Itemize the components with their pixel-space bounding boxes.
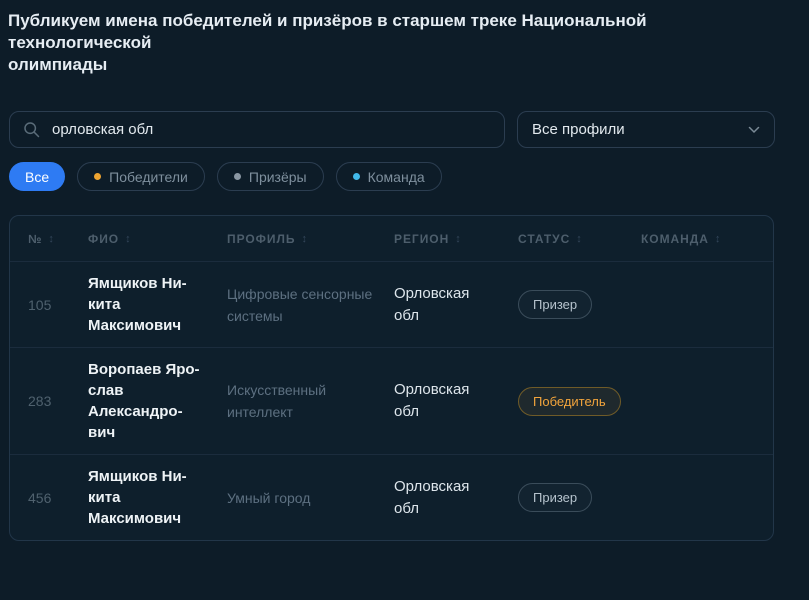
cell-region: Орловская обл xyxy=(394,379,518,423)
column-header-profile[interactable]: ПРОФИЛЬ ↕ xyxy=(227,232,394,246)
cell-status: Победитель xyxy=(518,387,641,416)
search-input[interactable] xyxy=(50,120,491,139)
profile-select-value: Все профили xyxy=(532,121,625,138)
chip-team[interactable]: Команда xyxy=(336,162,442,191)
table-row: 105 Ямщиков Ни- кита Максимович Цифровые… xyxy=(10,261,773,347)
sort-icon: ↕ xyxy=(455,233,461,245)
chip-prizers[interactable]: Призёры xyxy=(217,162,324,191)
cell-fio: Воропаев Яро- слав Александро- вич xyxy=(88,359,227,443)
cell-profile: Искусственный интеллект xyxy=(227,379,394,423)
cell-profile: Умный город xyxy=(227,487,394,509)
column-header-num[interactable]: № ↕ xyxy=(28,232,88,246)
chevron-down-icon xyxy=(748,126,760,134)
table-row: 283 Воропаев Яро- слав Александро- вич И… xyxy=(10,347,773,454)
page-title: Публикуем имена победителей и призёров в… xyxy=(0,0,796,76)
sort-icon: ↕ xyxy=(576,233,582,245)
column-header-fio[interactable]: ФИО ↕ xyxy=(88,232,227,246)
status-badge: Призер xyxy=(518,483,592,512)
cell-num: 283 xyxy=(28,393,88,409)
column-header-team[interactable]: КОМАНДА ↕ xyxy=(641,232,773,246)
chip-prizers-label: Призёры xyxy=(249,169,307,185)
cell-profile: Цифровые сенсорные системы xyxy=(227,283,394,327)
winners-dot-icon xyxy=(94,173,101,180)
sort-icon: ↕ xyxy=(715,233,721,245)
cell-region: Орловская обл xyxy=(394,283,518,327)
results-table: № ↕ ФИО ↕ ПРОФИЛЬ ↕ РЕГИОН ↕ СТАТУС ↕ КО… xyxy=(9,215,774,541)
status-filter-chips: Все Победители Призёры Команда xyxy=(9,162,809,191)
table-header-row: № ↕ ФИО ↕ ПРОФИЛЬ ↕ РЕГИОН ↕ СТАТУС ↕ КО… xyxy=(10,216,773,261)
cell-region: Орловская обл xyxy=(394,476,518,520)
cell-num: 105 xyxy=(28,297,88,313)
prizers-dot-icon xyxy=(234,173,241,180)
status-badge: Победитель xyxy=(518,387,621,416)
table-row: 456 Ямщиков Ни- кита Максимович Умный го… xyxy=(10,454,773,540)
sort-icon: ↕ xyxy=(301,233,307,245)
search-icon xyxy=(23,121,40,138)
filters-bar: Все профили xyxy=(9,111,809,148)
cell-status: Призер xyxy=(518,290,641,319)
profile-select[interactable]: Все профили xyxy=(517,111,775,148)
column-header-status[interactable]: СТАТУС ↕ xyxy=(518,232,641,246)
chip-all[interactable]: Все xyxy=(9,162,65,191)
search-box[interactable] xyxy=(9,111,505,148)
sort-icon: ↕ xyxy=(125,233,131,245)
cell-num: 456 xyxy=(28,490,88,506)
cell-status: Призер xyxy=(518,483,641,512)
team-dot-icon xyxy=(353,173,360,180)
column-header-region[interactable]: РЕГИОН ↕ xyxy=(394,232,518,246)
cell-fio: Ямщиков Ни- кита Максимович xyxy=(88,273,227,336)
sort-icon: ↕ xyxy=(48,233,54,245)
chip-winners-label: Победители xyxy=(109,169,188,185)
chip-winners[interactable]: Победители xyxy=(77,162,205,191)
cell-fio: Ямщиков Ни- кита Максимович xyxy=(88,466,227,529)
chip-team-label: Команда xyxy=(368,169,425,185)
status-badge: Призер xyxy=(518,290,592,319)
